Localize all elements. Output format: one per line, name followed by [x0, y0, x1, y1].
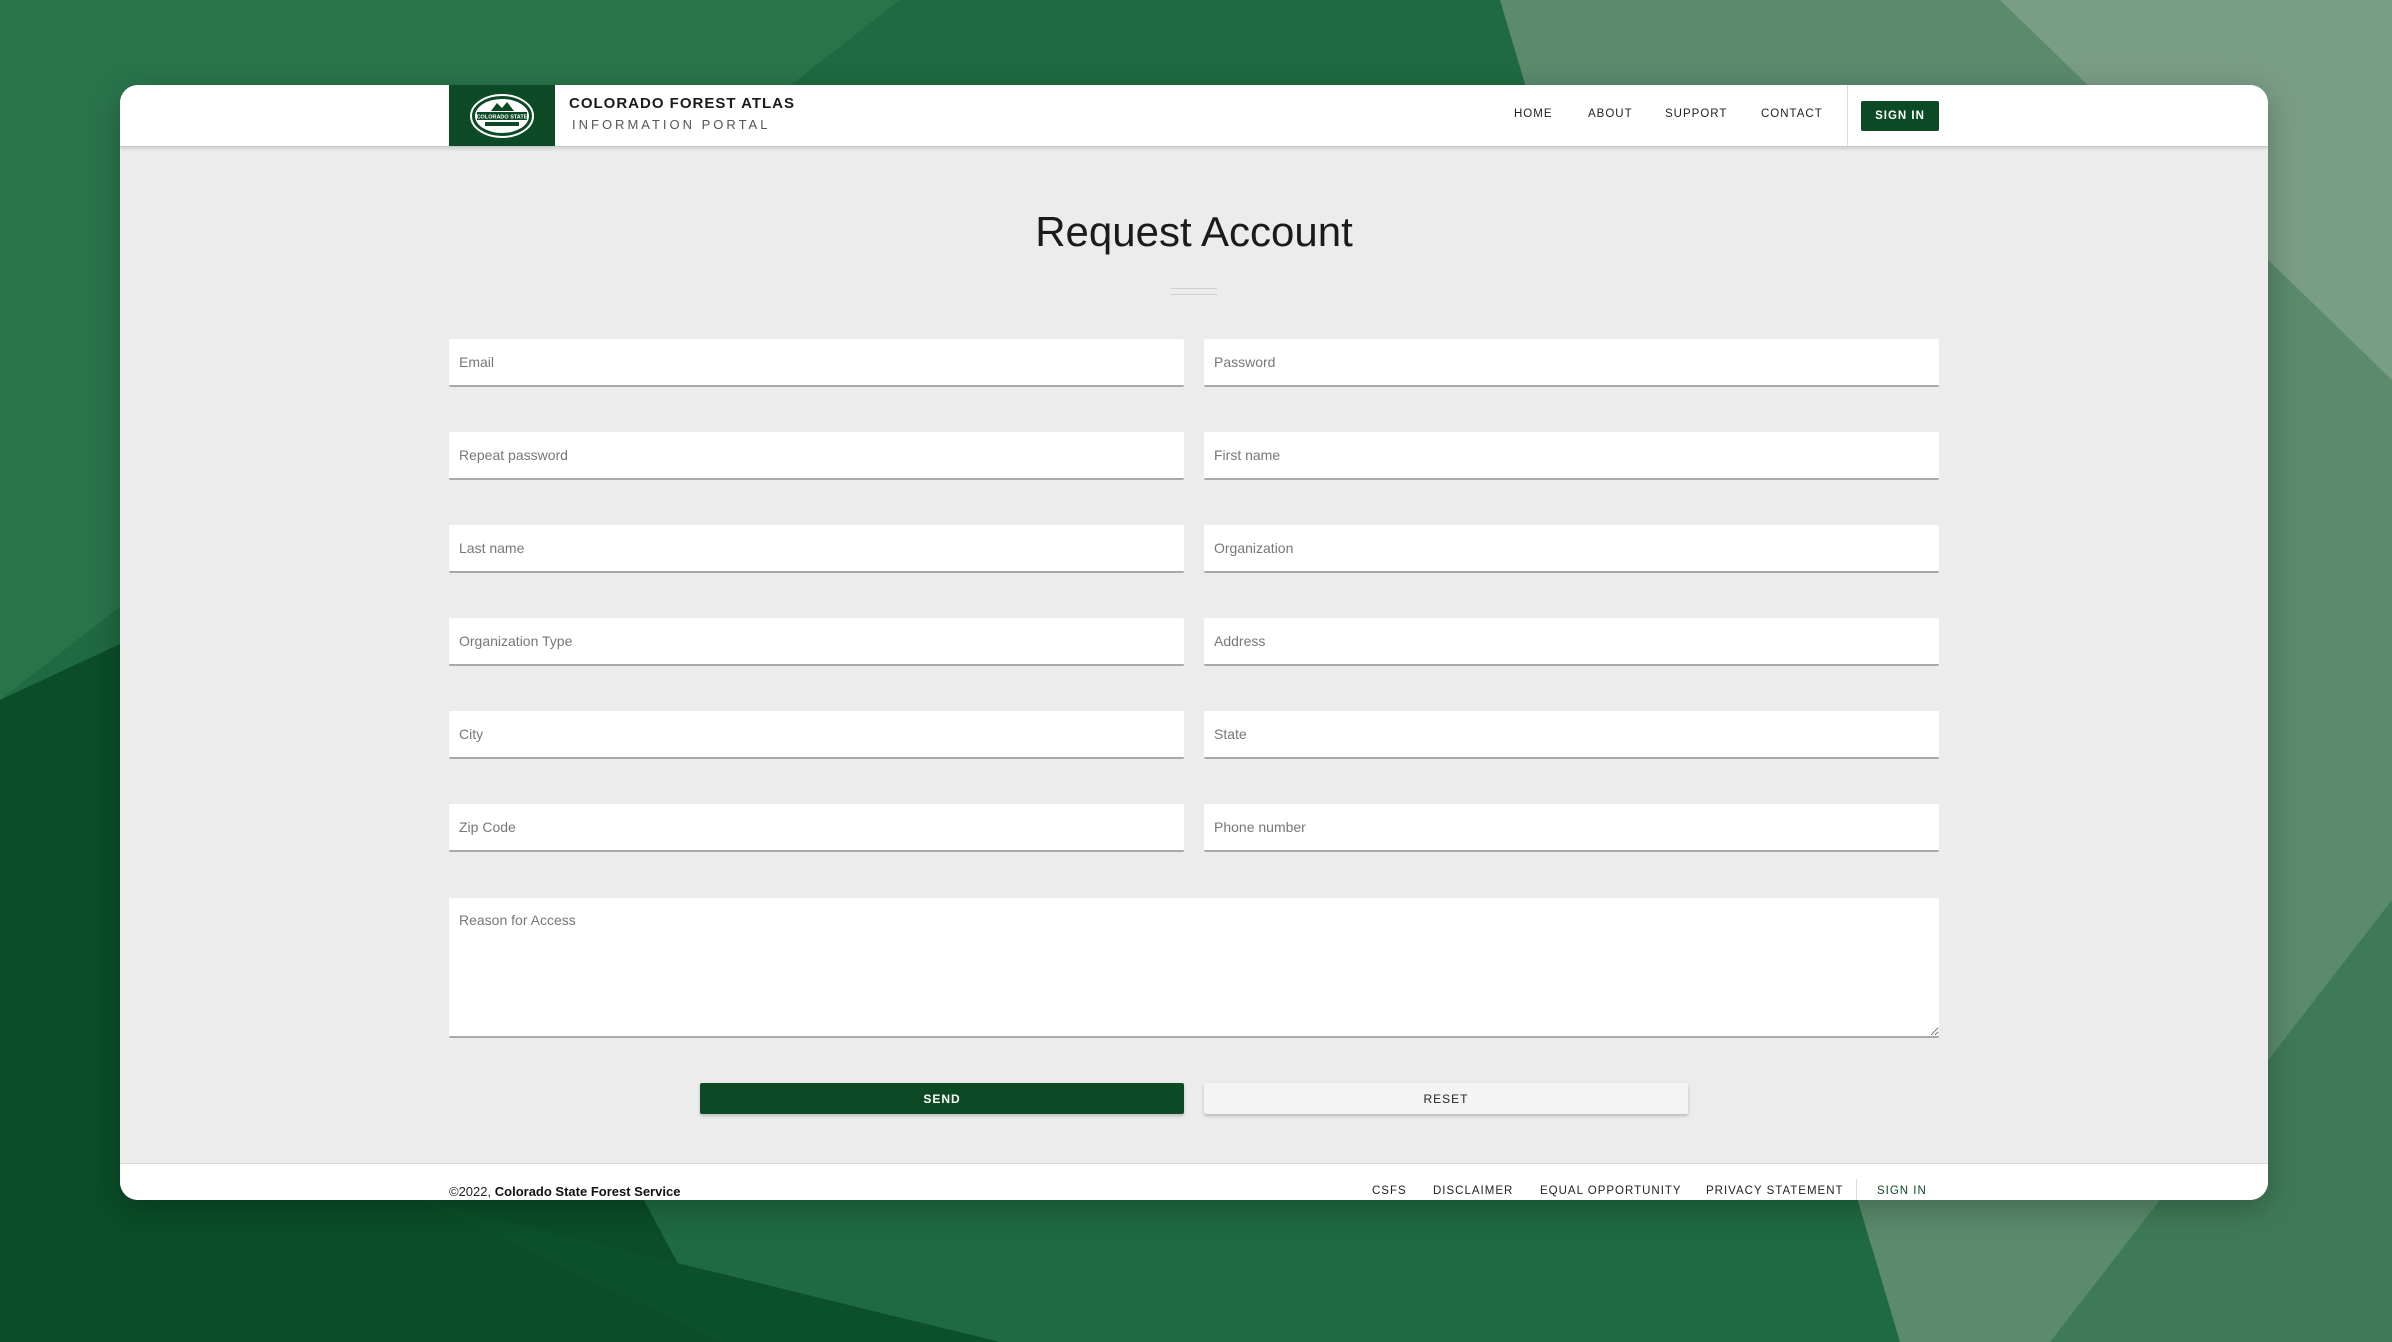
- browser-window: COLORADO STATE COLORADO FOREST ATLAS INF…: [120, 85, 2268, 1200]
- nav-home[interactable]: HOME: [1514, 108, 1553, 120]
- header-sign-in-button[interactable]: SIGN IN: [1861, 101, 1939, 131]
- footer-link-sign-in[interactable]: SIGN IN: [1877, 1185, 1927, 1197]
- copyright-year: ©2022,: [449, 1184, 492, 1199]
- phone-number-field[interactable]: [1204, 804, 1939, 852]
- footer-link-privacy-statement[interactable]: PRIVACY STATEMENT: [1706, 1185, 1844, 1197]
- nav-support[interactable]: SUPPORT: [1665, 108, 1727, 120]
- page-title: Request Account: [1035, 208, 1353, 255]
- site-subtitle: INFORMATION PORTAL: [572, 117, 771, 132]
- colorado-state-forest-service-logo-icon: COLORADO STATE: [470, 93, 534, 138]
- site-header: COLORADO STATE COLORADO FOREST ATLAS INF…: [120, 85, 2268, 147]
- city-field[interactable]: [449, 711, 1184, 759]
- footer-link-disclaimer[interactable]: DISCLAIMER: [1433, 1185, 1513, 1197]
- password-field[interactable]: [1204, 339, 1939, 387]
- organization-field[interactable]: [1204, 525, 1939, 573]
- logo-text: COLORADO STATE: [477, 114, 528, 120]
- state-field[interactable]: [1204, 711, 1939, 759]
- logo[interactable]: COLORADO STATE: [449, 85, 555, 146]
- copyright: ©2022, Colorado State Forest Service: [449, 1184, 680, 1199]
- reason-for-access-textarea[interactable]: [449, 898, 1939, 1038]
- nav-about[interactable]: ABOUT: [1588, 108, 1633, 120]
- nav-contact[interactable]: CONTACT: [1761, 108, 1823, 120]
- site-footer: ©2022, Colorado State Forest Service CSF…: [120, 1163, 2268, 1200]
- footer-divider: [1856, 1179, 1857, 1200]
- footer-link-equal-opportunity[interactable]: EQUAL OPPORTUNITY: [1540, 1185, 1682, 1197]
- address-field[interactable]: [1204, 618, 1939, 666]
- title-divider: [1171, 288, 1217, 295]
- last-name-field[interactable]: [449, 525, 1184, 573]
- nav-divider: [1847, 85, 1848, 146]
- footer-link-csfs[interactable]: CSFS: [1372, 1185, 1407, 1197]
- organization-type-field[interactable]: [449, 618, 1184, 666]
- reset-button[interactable]: RESET: [1204, 1083, 1688, 1114]
- copyright-org: Colorado State Forest Service: [494, 1184, 681, 1199]
- send-button[interactable]: SEND: [700, 1083, 1184, 1114]
- site-title[interactable]: COLORADO FOREST ATLAS: [569, 95, 795, 112]
- repeat-password-field[interactable]: [449, 432, 1184, 480]
- email-field[interactable]: [449, 339, 1184, 387]
- first-name-field[interactable]: [1204, 432, 1939, 480]
- zip-code-field[interactable]: [449, 804, 1184, 852]
